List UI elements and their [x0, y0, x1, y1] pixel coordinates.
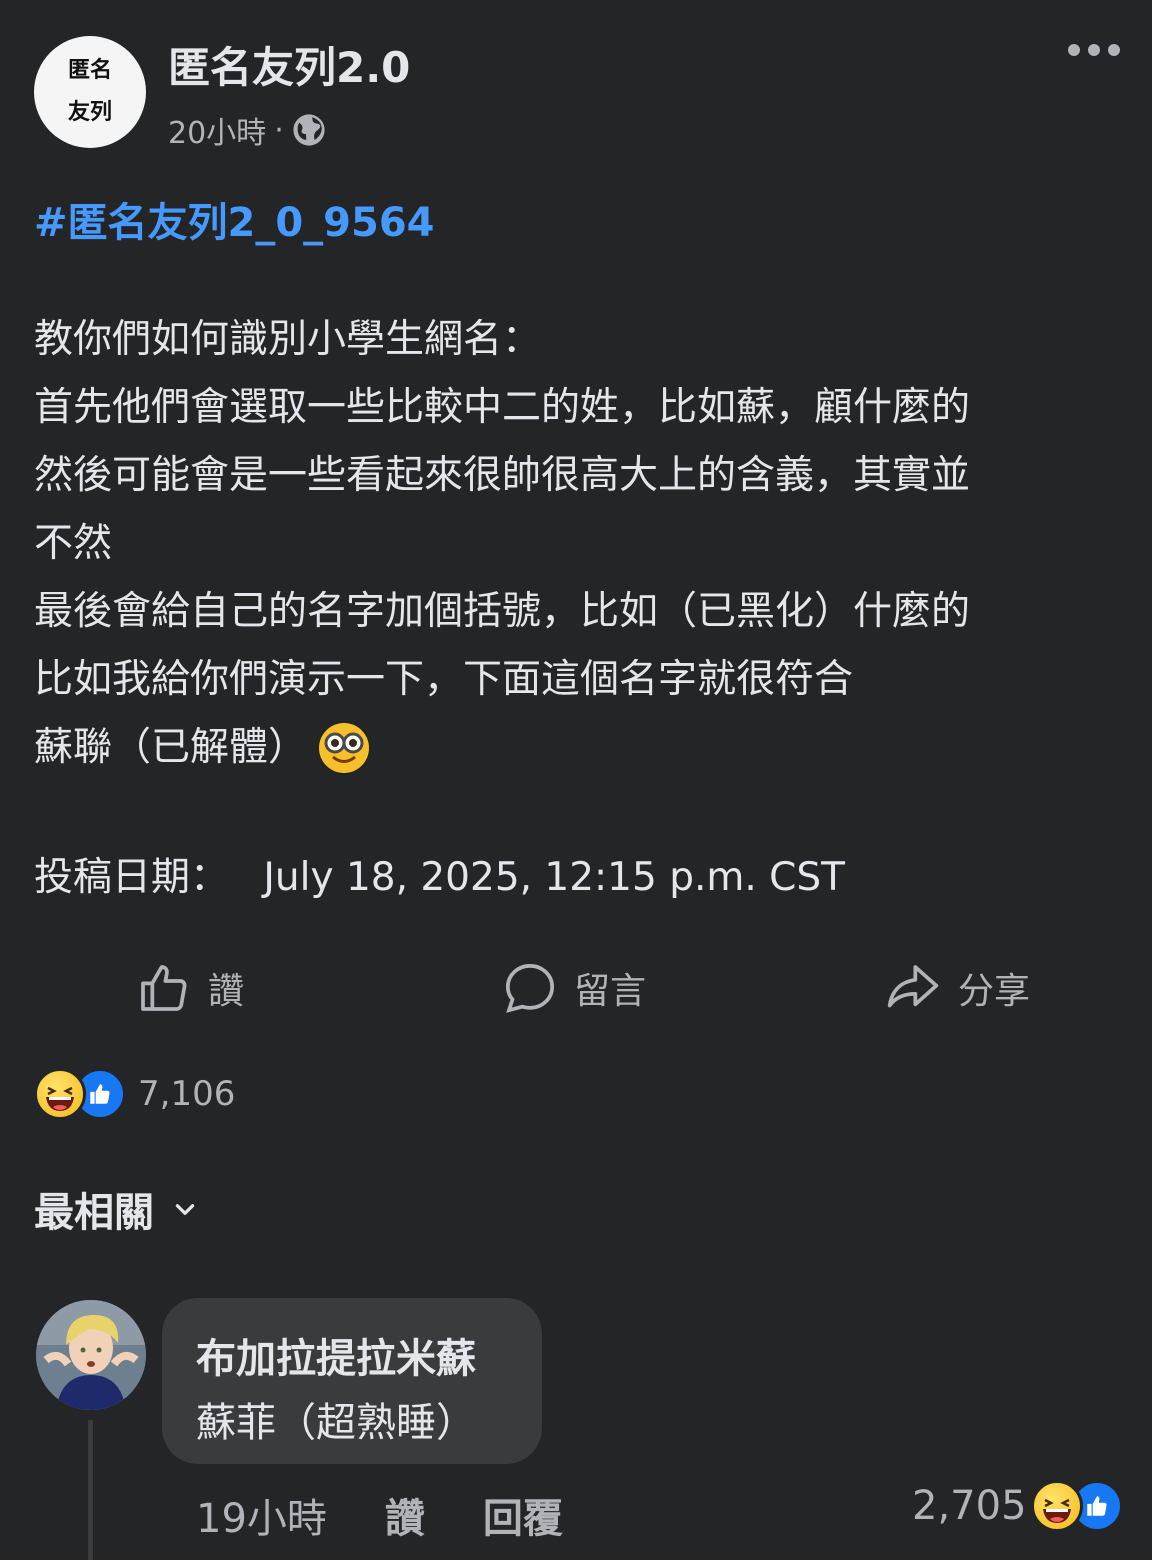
nerd-face-emoji-icon: [319, 723, 370, 773]
post-line-last: 蘇聯（已解體）: [34, 714, 1124, 782]
comment-bubble-icon: [505, 963, 555, 1013]
hashtag-link[interactable]: #匿名友列2_0_9564: [34, 190, 435, 248]
share-label: 分享: [958, 971, 1031, 1012]
post-meta: 20小時 ·: [168, 108, 326, 152]
globe-icon: [293, 114, 325, 146]
comment-sort-dropdown[interactable]: 最相關: [34, 1180, 198, 1238]
share-arrow-icon: [887, 965, 939, 1008]
avatar-text-line2: 友列: [67, 100, 112, 125]
sort-label: 最相關: [34, 1190, 154, 1236]
post-date-value: July 18, 2025, 12:15 p.m. CST: [263, 855, 845, 900]
post-line: 然後可能會是一些看起來很帥很高大上的含義，其實並: [34, 453, 971, 498]
page-avatar[interactable]: 匿名 友列: [34, 36, 146, 148]
comment-time[interactable]: 19小時: [196, 1486, 327, 1544]
haha-emoji-icon: [1030, 1480, 1083, 1532]
like-label: 讚: [208, 971, 245, 1012]
more-options-button[interactable]: [1068, 44, 1120, 56]
dot-icon: [1068, 44, 1080, 56]
reactions-summary[interactable]: 7,106: [34, 1068, 235, 1120]
post-line: 教你們如何識別小學生網名：: [34, 317, 542, 362]
comment-meta: 19小時 讚 回覆: [196, 1486, 563, 1544]
thumbs-up-icon: [141, 965, 187, 1011]
like-button[interactable]: 讚: [136, 960, 244, 1016]
dot-icon: [1108, 44, 1120, 56]
share-button[interactable]: 分享: [884, 960, 1030, 1016]
post-line: 蘇聯（已解體）: [34, 725, 308, 770]
comment-label: 留言: [574, 971, 647, 1012]
post-line: 比如我給你們演示一下，下面這個名字就很符合: [34, 657, 854, 702]
chevron-down-icon: [175, 1204, 195, 1215]
post-action-bar: 讚 留言 分享: [0, 960, 1152, 1030]
avatar-text-line1: 匿名: [67, 58, 112, 83]
post-line: 首先他們會選取一些比較中二的姓，比如蘇，顧什麼的: [34, 385, 971, 430]
comment-reactions[interactable]: 2,705: [912, 1480, 1123, 1532]
thread-line: [88, 1420, 93, 1560]
comment-avatar[interactable]: [36, 1300, 146, 1410]
comment-like-button[interactable]: 讚: [385, 1486, 425, 1544]
meta-separator: ·: [274, 112, 284, 148]
dot-icon: [1088, 44, 1100, 56]
page-name[interactable]: 匿名友列2.0: [168, 34, 410, 95]
reaction-count: 7,106: [138, 1074, 236, 1114]
post-line: 不然: [34, 521, 113, 566]
comment-reaction-count: 2,705: [912, 1483, 1027, 1529]
comment-text: 蘇菲（超熟睡）: [196, 1400, 476, 1446]
comment-author[interactable]: 布加拉提拉米蘇: [196, 1326, 476, 1384]
comment-reply-button[interactable]: 回覆: [483, 1486, 563, 1544]
post-date: 投稿日期： July 18, 2025, 12:15 p.m. CST: [34, 844, 1124, 912]
post-line: 最後會給自己的名字加個括號，比如（已黑化）什麼的: [34, 589, 971, 634]
post-time[interactable]: 20小時: [168, 108, 266, 152]
haha-emoji-icon: [34, 1068, 86, 1120]
post-date-label: 投稿日期：: [34, 855, 230, 900]
comment-button[interactable]: 留言: [502, 960, 646, 1016]
